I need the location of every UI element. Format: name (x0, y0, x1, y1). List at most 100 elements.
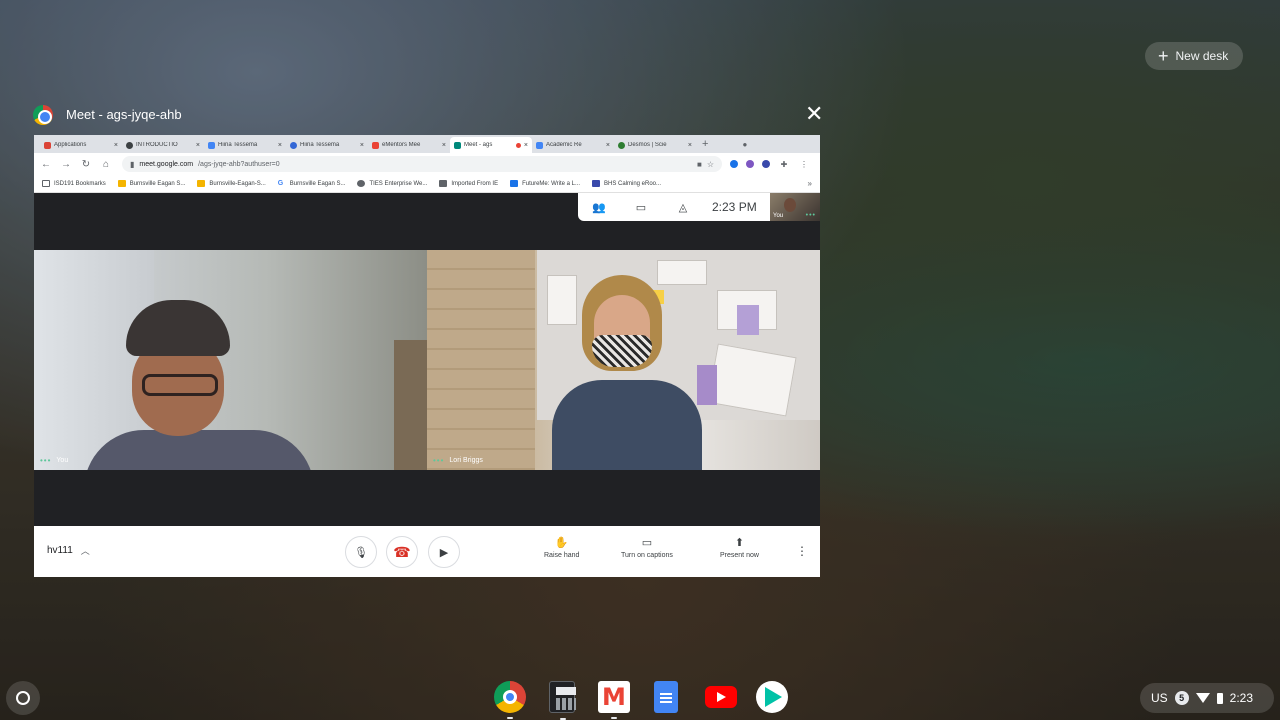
window-title: Meet - ags-jyqe-ahb (66, 107, 182, 122)
forward-icon[interactable]: → (60, 159, 72, 170)
bookmark-item[interactable]: BHS Calming eRoo... (592, 180, 661, 187)
audio-indicator-icon: ••• (40, 456, 52, 465)
bookmark-favicon-icon (510, 180, 519, 187)
lock-icon: ▮ (130, 159, 135, 169)
close-tab-icon[interactable]: × (114, 142, 118, 149)
tab-label: INTRODUCTIO (136, 142, 178, 148)
tab-meet-active[interactable]: Meet - ags × (450, 137, 532, 153)
new-tab-button[interactable]: + (696, 137, 714, 153)
google-docs-app-icon[interactable] (654, 681, 678, 713)
tab-ementors[interactable]: eMentors Mee × (368, 137, 450, 153)
self-view-face (784, 198, 796, 212)
recording-indicator-icon (515, 142, 521, 148)
bookmark-item[interactable]: Burnsville Eagan S... (117, 180, 186, 187)
bookmark-item[interactable]: FutureMe: Write a L... (510, 180, 580, 187)
home-icon[interactable]: ⌂ (100, 159, 112, 170)
docs-favicon-icon (208, 141, 215, 149)
bookmarks-overflow-icon[interactable]: » (808, 179, 812, 188)
folder-icon (42, 180, 50, 187)
tab-label: eMentors Mee (382, 142, 421, 148)
leave-call-button[interactable]: ☎ (386, 536, 418, 568)
bookmark-item[interactable]: Burnsville-Eagan-S... (197, 180, 266, 187)
tab-academic[interactable]: Academic Re × (532, 137, 614, 153)
bookmark-label: Burnsville Eagan S... (129, 180, 186, 187)
microphone-button[interactable]: 🎙 (345, 536, 377, 568)
close-tab-icon[interactable]: × (606, 142, 610, 149)
bookmark-label: TIES Enterprise We... (369, 180, 428, 187)
browser-window[interactable]: Applications × INTRODUCTIO × Hiina Tesse… (34, 135, 820, 577)
tab-applications[interactable]: Applications × (40, 137, 122, 153)
launcher-icon (16, 691, 30, 705)
launcher-button[interactable] (6, 681, 40, 715)
screencastify-extension-icon[interactable] (746, 160, 754, 168)
participant-name-label: ••• You (40, 456, 68, 465)
bookmark-label: BHS Calming eRoo... (604, 180, 662, 187)
captions-button[interactable]: ▭ Turn on captions (621, 536, 673, 559)
chat-icon[interactable]: ▭ (620, 201, 662, 214)
reload-icon[interactable]: ↻ (80, 159, 92, 170)
chrome-menu-icon[interactable]: ⋮ (798, 160, 810, 169)
new-desk-label: New desk (1175, 49, 1229, 63)
tab-label: Hiina Tessema (300, 142, 340, 148)
bookmark-folder[interactable]: Imported From IE (439, 180, 498, 187)
tab-favicon-icon (290, 141, 297, 149)
close-tab-icon[interactable]: × (196, 142, 200, 149)
self-view-thumbnail[interactable]: You ••• (770, 193, 820, 221)
video-tile-lori-briggs[interactable]: ••• Lori Briggs (427, 250, 820, 470)
end-call-icon: ☎ (393, 543, 411, 560)
chrome-app-icon[interactable] (494, 681, 526, 719)
people-icon[interactable]: 👥 (578, 201, 620, 214)
tab-label: Academic Re (546, 142, 582, 148)
gmail-app-icon[interactable]: M (598, 681, 630, 719)
close-tab-icon[interactable]: × (278, 142, 282, 149)
meet-stage: 👥 ▭ ◬ 2:23 PM You ••• ••• You ••• Lori B… (34, 193, 820, 526)
play-store-app-icon[interactable] (756, 681, 788, 713)
participant-name: You (56, 457, 69, 464)
close-tab-icon[interactable]: × (442, 142, 446, 149)
room-background (427, 250, 535, 470)
docs-favicon-icon (536, 141, 543, 149)
bookmark-favicon-icon (357, 180, 366, 187)
more-options-icon[interactable]: ⋮ (796, 544, 808, 558)
present-icon: ⬆ (734, 537, 745, 549)
close-tab-icon[interactable]: × (688, 142, 692, 149)
hand-icon: ✋ (554, 537, 569, 549)
video-tile-you[interactable]: ••• You (34, 250, 427, 470)
calculator-app-icon[interactable] (549, 681, 576, 720)
activities-icon[interactable]: ◬ (662, 201, 704, 214)
address-bar[interactable]: ▮ meet.google.com/ags-jyqe-ahb?authuser=… (122, 156, 722, 172)
camera-in-use-icon[interactable]: ■ (697, 160, 702, 169)
captions-icon: ▭ (641, 537, 653, 549)
bookmark-item[interactable]: G Burnsville Eagan S... (278, 180, 346, 187)
close-icon[interactable]: ✕ (805, 103, 823, 125)
grammarly-extension-icon[interactable] (730, 160, 738, 168)
meeting-details-button[interactable]: hv111 ︿ (47, 544, 90, 557)
raise-hand-button[interactable]: ✋ Raise hand (544, 536, 579, 559)
camera-button[interactable]: ▶ (428, 536, 460, 568)
tab-label: Desmos | Scie (628, 142, 667, 148)
bookmark-favicon-icon (592, 180, 600, 187)
bookmark-item[interactable]: TIES Enterprise We... (357, 180, 427, 187)
tab-hiina-tessema[interactable]: Hiina Tessema × (286, 137, 368, 153)
close-tab-icon[interactable]: × (524, 142, 528, 149)
bookmark-folder[interactable]: ISD191 Bookmarks (42, 180, 106, 187)
tab-label: Hiina Tessema (218, 142, 258, 148)
youtube-app-icon[interactable] (705, 686, 737, 708)
tab-desmos[interactable]: Desmos | Scie × (614, 137, 696, 153)
keyboard-layout: US (1151, 691, 1168, 705)
close-tab-icon[interactable]: × (360, 142, 364, 149)
tab-search-icon[interactable]: ● (742, 137, 747, 153)
status-tray[interactable]: US 5 2:23 (1140, 683, 1274, 713)
tab-hiina-tessema-doc[interactable]: Hiina Tessema × (204, 137, 286, 153)
room-door (394, 340, 427, 470)
puzzle-extensions-icon[interactable]: ✚ (778, 160, 790, 169)
participant-video (552, 275, 782, 470)
running-indicator (611, 717, 617, 719)
extension-x-icon[interactable] (762, 160, 770, 168)
new-desk-button[interactable]: + New desk (1145, 42, 1243, 70)
present-now-button[interactable]: ⬆ Present now (720, 536, 759, 559)
tab-introduction[interactable]: INTRODUCTIO × (122, 137, 204, 153)
back-icon[interactable]: ← (40, 159, 52, 170)
bookmarks-bar: ISD191 Bookmarks Burnsville Eagan S... B… (34, 175, 820, 193)
bookmark-star-icon[interactable]: ☆ (707, 160, 714, 169)
